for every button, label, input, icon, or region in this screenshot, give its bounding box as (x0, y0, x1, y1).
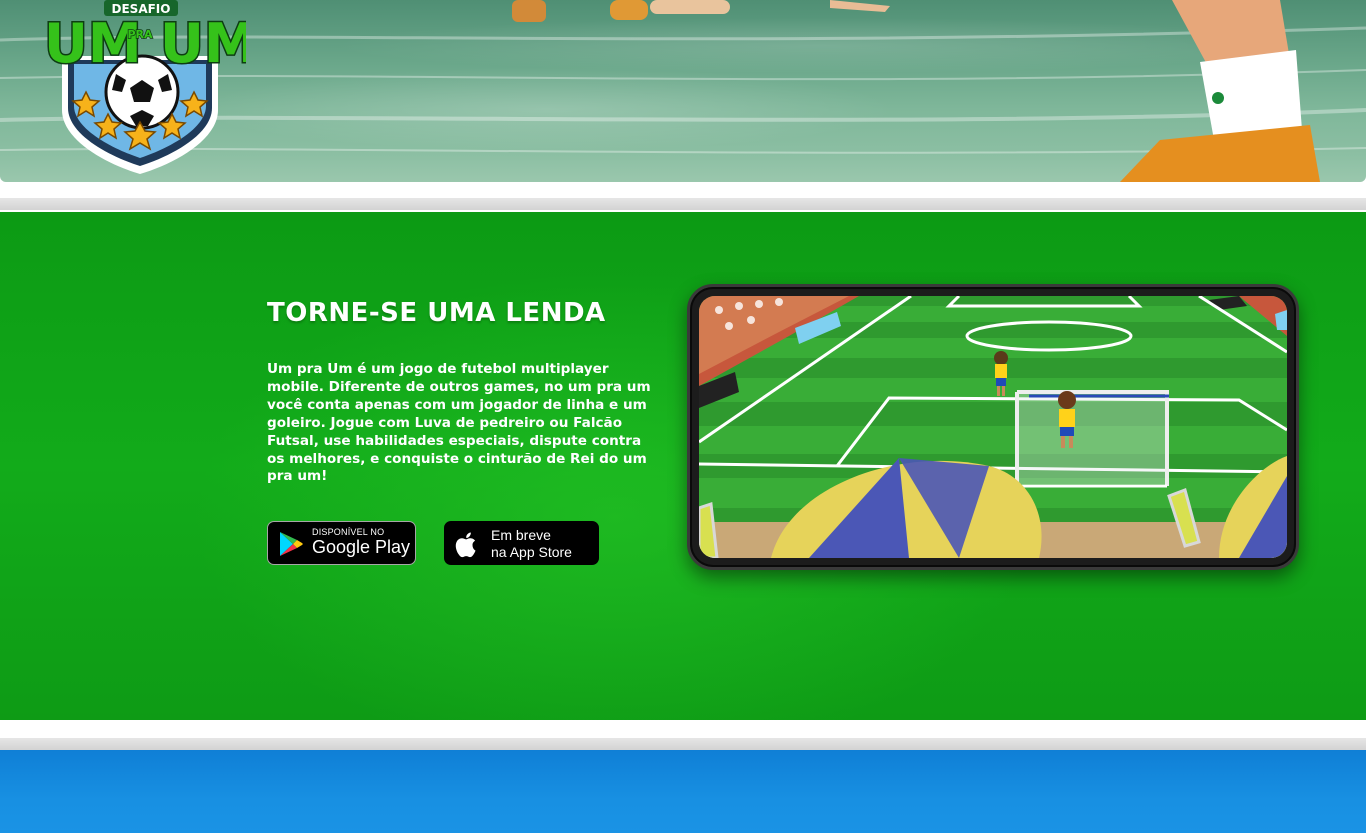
app-store-line2: na App Store (491, 544, 572, 560)
phone-mockup (687, 284, 1299, 570)
section-divider-bottom (0, 738, 1366, 750)
apple-icon (455, 532, 476, 558)
app-store-button[interactable]: Em breve na App Store (444, 521, 599, 565)
promo-section: TORNE-SE UMA LENDA Um pra Um é um jogo d… (0, 212, 1366, 720)
player-leg (1120, 0, 1320, 182)
google-play-icon (280, 532, 303, 556)
promo-description: Um pra Um é um jogo de futebol multiplay… (267, 361, 651, 485)
gameplay-screenshot (699, 296, 1287, 558)
logo-word-middle: PRA (127, 28, 153, 41)
google-play-big-label: Google Play (312, 537, 411, 557)
game-logo[interactable]: DESAFIO UM PRA UM (34, 0, 246, 176)
soccer-field-scene (699, 296, 1287, 558)
logo-word-right: UM (160, 12, 246, 75)
player-feet (512, 0, 890, 22)
app-store-line1: Em breve (491, 527, 551, 543)
google-play-button[interactable]: DISPONÍVEL NO Google Play (267, 521, 416, 565)
section-divider (0, 198, 1366, 210)
logo-word-left: UM (44, 12, 142, 75)
hero-banner: DESAFIO UM PRA UM (0, 0, 1366, 182)
promo-headline: TORNE-SE UMA LENDA (267, 298, 606, 328)
google-play-small-label: DISPONÍVEL NO (312, 527, 385, 537)
next-section (0, 750, 1366, 833)
